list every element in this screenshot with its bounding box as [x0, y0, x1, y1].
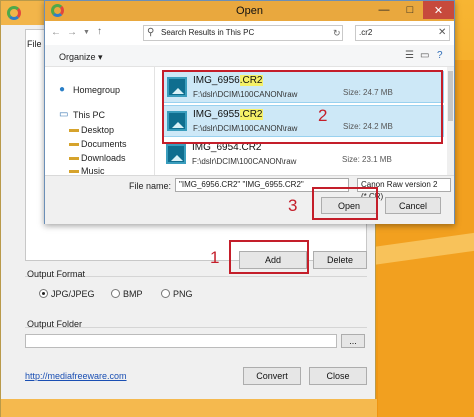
- back-arrow-icon[interactable]: ←: [51, 28, 61, 38]
- preview-pane-icon[interactable]: ▭: [420, 51, 429, 61]
- open-highlight-box: [312, 187, 378, 220]
- nav-item-homegroup[interactable]: Homegroup: [73, 85, 120, 95]
- folder-icon: ▬: [69, 152, 79, 163]
- output-format-label: Output Format: [27, 269, 86, 279]
- maximize-icon[interactable]: □: [397, 1, 423, 19]
- address-text: Search Results in This PC: [161, 28, 255, 37]
- bmp-radio-label: BMP: [123, 289, 143, 299]
- step-1-number: 1: [210, 248, 220, 267]
- image-file-icon: [166, 144, 186, 164]
- forward-arrow-icon[interactable]: →: [67, 28, 77, 38]
- folder-icon: ▬: [69, 138, 79, 149]
- chevron-down-icon[interactable]: ▼: [83, 28, 90, 38]
- output-folder-label: Output Folder: [27, 319, 83, 329]
- navigation-pane: ● Homegroup ▭ This PC ▬ Desktop ▬ Docume…: [45, 67, 155, 176]
- dialog-toolbar: [45, 45, 454, 67]
- file-size: Size: 23.1 MB: [342, 155, 392, 164]
- nav-item-downloads[interactable]: Downloads: [81, 153, 126, 163]
- refresh-icon[interactable]: ↻: [333, 28, 341, 38]
- png-radio[interactable]: [161, 289, 170, 298]
- close-button[interactable]: Close: [309, 367, 367, 385]
- file-name-label: File name:: [129, 181, 172, 191]
- computer-icon: ▭: [59, 109, 69, 120]
- search-value: .cr2: [359, 28, 373, 37]
- file-column-label: File: [27, 39, 42, 49]
- close-icon[interactable]: ✕: [423, 1, 454, 19]
- step-3-number: 3: [288, 196, 298, 215]
- up-arrow-icon[interactable]: ↑: [97, 27, 102, 37]
- close-search-icon[interactable]: ✕: [438, 28, 446, 38]
- website-link[interactable]: http://mediafreeware.com: [25, 371, 127, 381]
- browse-button[interactable]: ...: [341, 334, 365, 348]
- search-results-icon: ⚲: [147, 27, 155, 38]
- help-icon[interactable]: ?: [437, 51, 443, 61]
- nav-item-this-pc[interactable]: This PC: [73, 110, 105, 120]
- png-radio-label: PNG: [173, 289, 193, 299]
- folder-icon: ▬: [69, 124, 79, 135]
- step-2-number: 2: [318, 106, 328, 125]
- status-strip: [1, 399, 377, 417]
- convert-button[interactable]: Convert: [243, 367, 301, 385]
- jpg-radio-label: JPG/JPEG: [51, 289, 95, 299]
- add-highlight-box: [229, 240, 309, 274]
- bmp-radio[interactable]: [111, 289, 120, 298]
- nav-item-music[interactable]: Music: [81, 166, 105, 174]
- nav-item-documents[interactable]: Documents: [81, 139, 127, 149]
- view-options-icon[interactable]: ☰: [405, 51, 414, 61]
- organize-button[interactable]: Organize ▾: [59, 52, 103, 63]
- homegroup-icon: ●: [59, 84, 66, 95]
- minimize-icon[interactable]: —: [371, 1, 397, 19]
- delete-button[interactable]: Delete: [313, 251, 367, 269]
- file-path: F:\dslr\DCIM\100CANON\raw: [192, 157, 297, 166]
- selection-highlight-box: [162, 70, 443, 144]
- nav-item-desktop[interactable]: Desktop: [81, 125, 114, 135]
- jpg-radio[interactable]: [39, 289, 48, 298]
- scrollbar-thumb[interactable]: [448, 71, 453, 121]
- app-logo-icon: [7, 6, 21, 20]
- cancel-button[interactable]: Cancel: [385, 197, 441, 214]
- output-folder-field[interactable]: [25, 334, 337, 348]
